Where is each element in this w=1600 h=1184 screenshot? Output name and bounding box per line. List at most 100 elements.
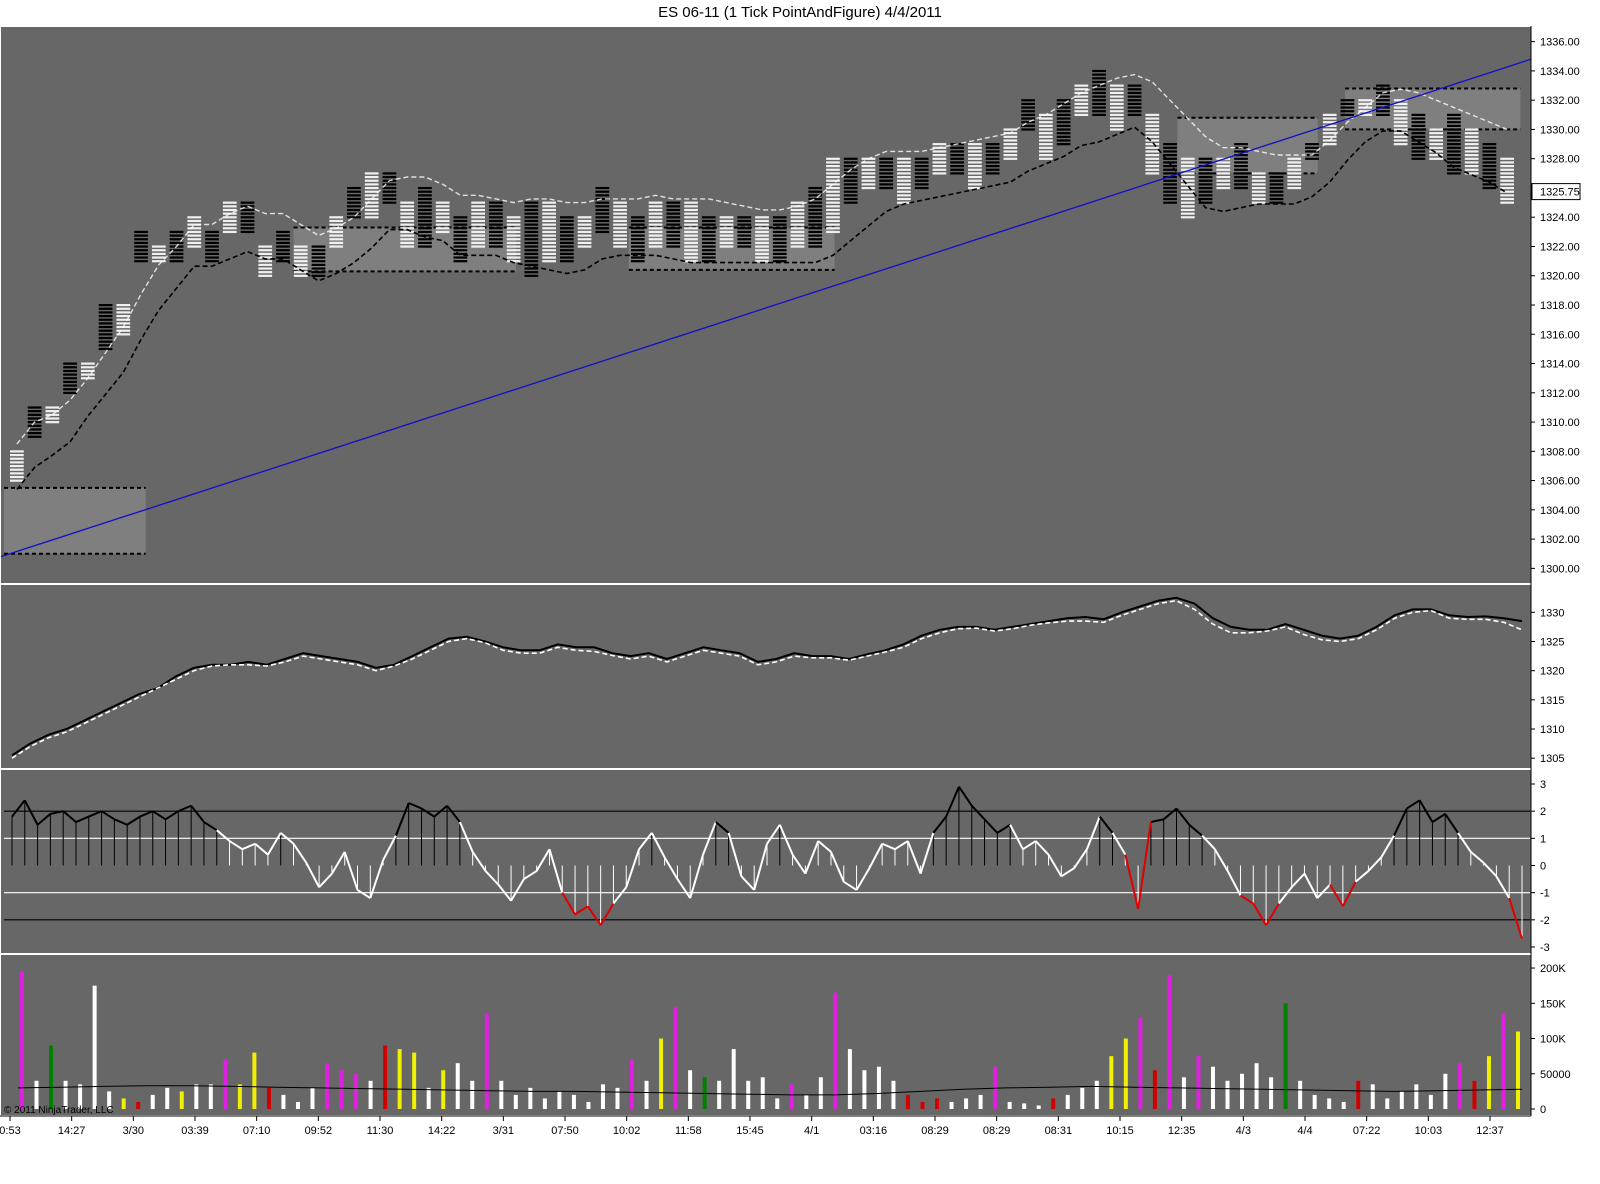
volume-bar[interactable] bbox=[1457, 1063, 1462, 1109]
pnf-column-down[interactable] bbox=[205, 230, 219, 263]
price-panel[interactable]: 1336.001334.001332.001330.001328.001326.… bbox=[0, 27, 1581, 583]
volume-bar[interactable] bbox=[1414, 1084, 1419, 1109]
volume-bar[interactable] bbox=[847, 1049, 852, 1109]
volume-bar[interactable] bbox=[964, 1098, 969, 1109]
volume-bar[interactable] bbox=[383, 1045, 388, 1109]
volume-bar[interactable] bbox=[310, 1087, 315, 1109]
volume-bar[interactable] bbox=[688, 1070, 693, 1109]
pnf-column-down[interactable] bbox=[311, 245, 326, 277]
volume-bar[interactable] bbox=[1138, 1017, 1143, 1109]
volume-bar[interactable] bbox=[1036, 1105, 1041, 1109]
volume-bar[interactable] bbox=[673, 1006, 678, 1109]
pnf-column-down[interactable] bbox=[1447, 113, 1461, 175]
pnf-column-up[interactable] bbox=[684, 201, 698, 263]
volume-bar[interactable] bbox=[1327, 1098, 1332, 1109]
volume-bar[interactable] bbox=[557, 1091, 562, 1109]
volume-bar[interactable] bbox=[412, 1052, 417, 1109]
volume-bar[interactable] bbox=[1254, 1063, 1259, 1109]
volume-bar[interactable] bbox=[1341, 1101, 1346, 1109]
pnf-column-down[interactable] bbox=[985, 143, 1000, 175]
pnf-column-down[interactable] bbox=[1269, 172, 1284, 204]
volume-bar[interactable] bbox=[499, 1080, 504, 1109]
volume-bar[interactable] bbox=[862, 1070, 867, 1109]
volume-bar[interactable] bbox=[571, 1094, 576, 1109]
pnf-column-down[interactable] bbox=[1127, 84, 1142, 116]
volume-bar[interactable] bbox=[325, 1063, 330, 1109]
volume-bar[interactable] bbox=[470, 1080, 475, 1109]
volume-bar[interactable] bbox=[1428, 1094, 1433, 1109]
volume-bar[interactable] bbox=[833, 992, 838, 1109]
pnf-column-down[interactable] bbox=[1163, 143, 1177, 204]
zone-rectangle[interactable] bbox=[4, 487, 146, 554]
volume-bar[interactable] bbox=[1094, 1080, 1099, 1109]
volume-bar[interactable] bbox=[1298, 1080, 1303, 1109]
volume-bar[interactable] bbox=[630, 1059, 635, 1109]
volume-bar[interactable] bbox=[179, 1091, 184, 1109]
volume-bar[interactable] bbox=[1399, 1091, 1404, 1109]
volume-bar[interactable] bbox=[455, 1063, 460, 1109]
volume-bar[interactable] bbox=[1516, 1031, 1520, 1109]
pnf-column-up[interactable] bbox=[222, 201, 237, 234]
volume-bar[interactable] bbox=[1356, 1080, 1361, 1109]
volume-bar[interactable] bbox=[1167, 975, 1172, 1109]
volume-bar[interactable] bbox=[1269, 1077, 1274, 1109]
volume-bar[interactable] bbox=[223, 1059, 228, 1109]
zone-rectangle[interactable] bbox=[293, 227, 517, 272]
zone-rectangle[interactable] bbox=[628, 227, 835, 270]
volume-bar[interactable] bbox=[949, 1101, 954, 1109]
pnf-column-up[interactable] bbox=[826, 157, 840, 234]
pnf-column-up[interactable] bbox=[116, 304, 131, 336]
volume-bar[interactable] bbox=[1080, 1087, 1085, 1109]
pnf-column-down[interactable] bbox=[950, 143, 965, 175]
pnf-column-down[interactable] bbox=[276, 230, 290, 263]
volume-bar[interactable] bbox=[644, 1080, 649, 1109]
pnf-column-down[interactable] bbox=[808, 186, 823, 248]
volume-bar[interactable] bbox=[1051, 1098, 1056, 1109]
volume-bar[interactable] bbox=[920, 1101, 925, 1109]
pnf-column-up[interactable] bbox=[10, 450, 24, 482]
volume-bar[interactable] bbox=[760, 1077, 765, 1109]
pnf-column-down[interactable] bbox=[737, 216, 752, 248]
volume-bar[interactable] bbox=[136, 1101, 141, 1109]
pnf-column-up[interactable] bbox=[1216, 157, 1231, 190]
volume-bar[interactable] bbox=[165, 1087, 170, 1109]
volume-bar[interactable] bbox=[513, 1094, 518, 1109]
pnf-column-up[interactable] bbox=[542, 201, 556, 263]
volume-bar[interactable] bbox=[150, 1094, 155, 1109]
volume-bar[interactable] bbox=[237, 1084, 242, 1109]
volume-bar[interactable] bbox=[978, 1094, 983, 1109]
volume-bar[interactable] bbox=[354, 1073, 359, 1109]
volume-bar[interactable] bbox=[1472, 1080, 1477, 1109]
volume-bar[interactable] bbox=[1312, 1094, 1317, 1109]
volume-bar[interactable] bbox=[1225, 1080, 1230, 1109]
volume-bar[interactable] bbox=[905, 1094, 910, 1109]
volume-bar[interactable] bbox=[484, 1013, 489, 1109]
volume-bar[interactable] bbox=[876, 1066, 881, 1109]
volume-bar[interactable] bbox=[659, 1038, 664, 1109]
pnf-column-up[interactable] bbox=[258, 245, 273, 277]
volume-bar[interactable] bbox=[1022, 1103, 1027, 1109]
volume-bar[interactable] bbox=[252, 1052, 257, 1109]
pnf-column-down[interactable] bbox=[879, 157, 894, 190]
pnf-column-down[interactable] bbox=[134, 230, 148, 263]
volume-bar[interactable] bbox=[1196, 1056, 1201, 1109]
volume-bar[interactable] bbox=[1370, 1084, 1375, 1109]
ma-panel[interactable]: 1330 1325 1320 1315 1310 1305 bbox=[1, 585, 1564, 768]
volume-bar[interactable] bbox=[1486, 1056, 1491, 1109]
volume-bar[interactable] bbox=[368, 1080, 373, 1109]
volume-bar[interactable] bbox=[818, 1077, 823, 1109]
volume-bar[interactable] bbox=[426, 1087, 431, 1109]
chart-canvas[interactable]: 1336.001334.001332.001330.001328.001326.… bbox=[0, 26, 1600, 1184]
pnf-column-down[interactable] bbox=[382, 172, 397, 204]
volume-bar[interactable] bbox=[397, 1049, 402, 1109]
volume-bar[interactable] bbox=[194, 1084, 199, 1109]
pnf-column-up[interactable] bbox=[1287, 157, 1302, 190]
volume-bar[interactable] bbox=[1443, 1073, 1448, 1109]
pnf-column-down[interactable] bbox=[63, 362, 77, 394]
volume-bar[interactable] bbox=[542, 1098, 547, 1109]
volume-bar[interactable] bbox=[281, 1094, 286, 1109]
pnf-column-up[interactable] bbox=[1180, 157, 1195, 219]
volume-bar[interactable] bbox=[266, 1087, 271, 1109]
zone-rectangle[interactable] bbox=[1345, 88, 1521, 130]
volume-bar[interactable] bbox=[1181, 1077, 1186, 1109]
